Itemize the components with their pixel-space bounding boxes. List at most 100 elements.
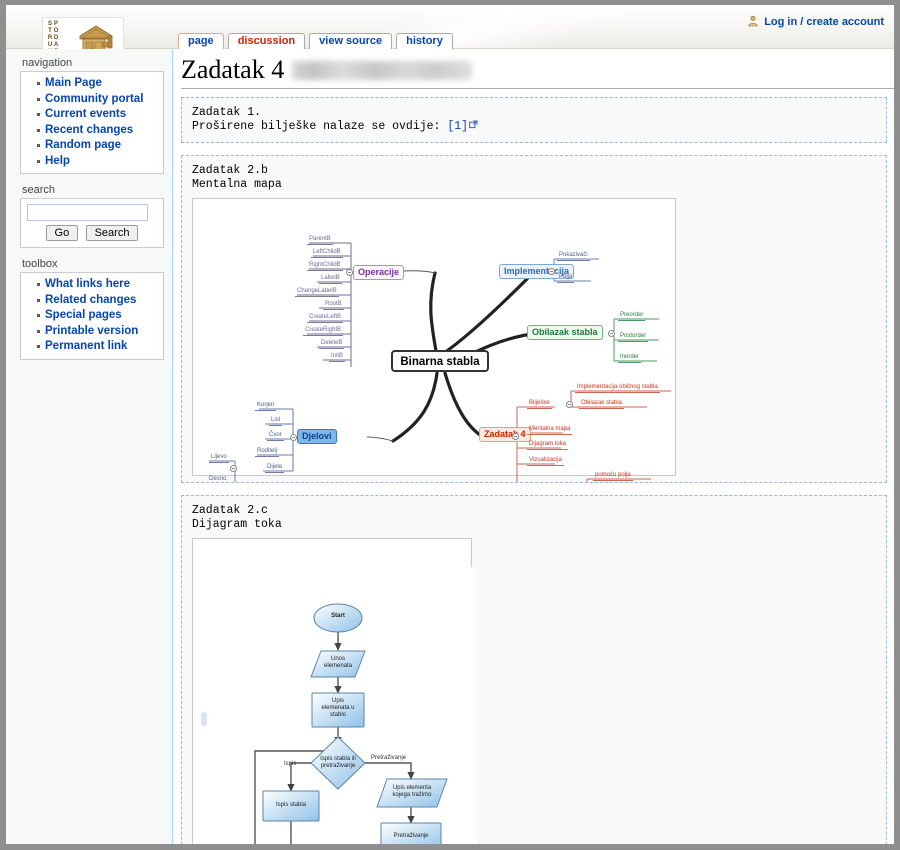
- flow-node-search: Pretraživanje: [393, 833, 429, 839]
- tab-view-source[interactable]: view source: [309, 33, 393, 49]
- zadatak-2c-block: Zadatak 2.c Dijagram toka Start Unos ele…: [181, 495, 887, 844]
- sidebar-item-permanent-link[interactable]: Permanent link: [45, 340, 127, 352]
- mindmap-sub-vizualizacija: Vizualizacija: [527, 456, 564, 466]
- mindmap-sub-mentalna-mapa: Mentalna mapa: [527, 425, 573, 435]
- zadatak-2b-line1: Zadatak 2.b: [192, 164, 268, 177]
- mindmap-node-obilazak-stabla: Obilazak stabla: [527, 325, 603, 340]
- collapse-toggle-icon[interactable]: [512, 433, 519, 440]
- flow-node-input-elements: Unos elemenata: [323, 656, 353, 669]
- collapse-toggle-icon[interactable]: [608, 330, 615, 337]
- sidebar-item-help[interactable]: Help: [45, 155, 70, 167]
- sidebar-item-what-links-here[interactable]: What links here: [45, 278, 130, 290]
- list-item: Help: [37, 154, 163, 169]
- mindmap-sub-cvor: Čvor: [267, 431, 284, 441]
- mindmap-sub-parentb: ParentB: [307, 235, 333, 245]
- mindmap-sub-roditelj: Roditelj: [255, 447, 280, 457]
- collapse-toggle-icon[interactable]: [230, 465, 237, 472]
- list-item: Permanent link: [37, 339, 163, 354]
- mindmap-sub-implementacija2: Implementacija: [527, 481, 571, 482]
- list-item: Special pages: [37, 308, 163, 323]
- flow-edge-label-ispis: Ispis: [284, 761, 297, 767]
- mindmap-sub-list: List: [269, 416, 283, 426]
- mindmap-sub-rightchildb: RightChildB: [307, 261, 343, 271]
- mindmap-sub-postorder: Postorder: [618, 332, 649, 342]
- list-item: Random page: [37, 138, 163, 153]
- page-title-text: Zadatak 4: [181, 55, 285, 84]
- external-reference-link[interactable]: [1]: [447, 120, 468, 133]
- mindmap-sub-createleftb: CreateLeftB: [307, 313, 344, 323]
- tab-discussion[interactable]: discussion: [227, 33, 306, 49]
- mindmap-sub-initb: InitB: [329, 352, 346, 362]
- mindmap-node-zadatak4: Zadatak 4: [479, 427, 531, 442]
- navigation-body: Main Page Community portal Current event…: [20, 71, 164, 174]
- mindmap-node-djelovi: Djelovi: [297, 429, 337, 444]
- content-tabs: page discussion view source history: [178, 33, 457, 49]
- go-button[interactable]: Go: [45, 225, 79, 241]
- search-button[interactable]: Search: [85, 225, 139, 241]
- mindmap-node-operacije: Operacije: [353, 265, 405, 280]
- list-item: Recent changes: [37, 123, 163, 138]
- browser-frame: Log in / create account STRUKTUREPODATAK…: [0, 0, 900, 850]
- sidebar-item-special-pages[interactable]: Special pages: [45, 309, 122, 321]
- sidebar-item-current-events[interactable]: Current events: [45, 108, 126, 120]
- page-title: Zadatak 4: [181, 55, 894, 89]
- search-body: Go Search: [20, 198, 164, 248]
- list-item: What links here: [37, 277, 163, 292]
- collapse-toggle-icon[interactable]: [346, 269, 353, 276]
- collapse-toggle-icon[interactable]: [290, 434, 297, 441]
- collapse-toggle-icon[interactable]: [566, 401, 573, 408]
- tab-history[interactable]: history: [396, 33, 453, 49]
- mindmap-sub-pokazivaci: Pokazivači: [557, 251, 590, 261]
- zadatak-2b-line2: Mentalna mapa: [192, 178, 282, 191]
- mindmap-sub-createrightb: CreateRightB: [303, 326, 344, 336]
- flow-node-input-search: Upis elementa kojega tražimo: [392, 785, 432, 798]
- search-input[interactable]: [27, 204, 148, 221]
- mindmap-sub-labelb: LabelB: [319, 274, 342, 284]
- mindmap-sub-pomocu-polja: pomoću polja: [593, 471, 633, 481]
- zadatak-2b-block: Zadatak 2.b Mentalna mapa Binarna stabla…: [181, 155, 887, 483]
- search-heading: search: [22, 184, 56, 196]
- zadatak-1-line2: Proširene bilješke nalaze se ovdije:: [192, 120, 448, 133]
- mindmap-sub-impl-obicnog-stabla: Implementacija običnog stabla: [575, 383, 660, 393]
- flow-node-print-tree: Ispis stabla: [275, 802, 306, 808]
- collapse-toggle-icon[interactable]: [548, 268, 555, 275]
- sidebar-item-main-page[interactable]: Main Page: [45, 77, 102, 89]
- zadatak-2c-line1: Zadatak 2.c: [192, 504, 268, 517]
- mindmap-sub-leftchildb: LeftChildB: [311, 248, 343, 258]
- sidebar-item-printable-version[interactable]: Printable version: [45, 325, 138, 337]
- list-item: Printable version: [37, 324, 163, 339]
- tab-page[interactable]: page: [178, 33, 224, 49]
- mindmap-sub-desno: Desno: [207, 475, 228, 482]
- list-item: Community portal: [37, 92, 163, 107]
- content-area: Zadatak 4 Zadatak 1. Proširene bilješke …: [172, 49, 894, 844]
- navigation-heading: navigation: [22, 57, 73, 69]
- mindmap-sub-dijagram-toka: Dijagram toka: [527, 440, 569, 450]
- mindmap-figure: Binarna stabla Operacije ParentB LeftChi…: [199, 227, 681, 482]
- flow-node-decision-print-or-search: Ispis stabla ili pretraživanje: [320, 756, 356, 769]
- mindmap-sub-dijete: Dijete: [265, 463, 285, 473]
- portlet-navigation: navigation Main Page Community portal Cu…: [20, 57, 164, 174]
- flow-node-write-tree: Upis elemenata u stablo: [321, 698, 355, 718]
- external-link-icon: [469, 120, 478, 129]
- mindmap-sub-polja: Polja: [557, 273, 575, 283]
- mindmap-sub-lijevo: Lijevo: [209, 453, 229, 463]
- zadatak-1-line1: Zadatak 1.: [192, 106, 262, 119]
- mindmap-sub-obilazak-stabla2: Obilazak stabla: [579, 399, 625, 409]
- sidebar-item-related-changes[interactable]: Related changes: [45, 294, 136, 306]
- toolbox-body: What links here Related changes Special …: [20, 272, 164, 360]
- sidebar-item-community-portal[interactable]: Community portal: [45, 93, 143, 105]
- mindmap-sub-inorder: Inorder: [618, 353, 642, 363]
- user-icon: [747, 15, 759, 27]
- mindmap-sub-changelabelb: ChangeLabelB: [295, 287, 339, 297]
- sidebar-item-recent-changes[interactable]: Recent changes: [45, 124, 133, 136]
- mindmap-sub-biljeske: Bilješke: [527, 399, 552, 409]
- mindmap-sub-preorder: Preorder: [618, 311, 646, 321]
- sidebar: navigation Main Page Community portal Cu…: [6, 49, 173, 844]
- login-create-account-link[interactable]: Log in / create account: [764, 16, 884, 28]
- list-item: Related changes: [37, 293, 163, 308]
- toolbox-heading: toolbox: [22, 258, 58, 270]
- mindmap-sub-deleteb: DeleteB: [319, 339, 345, 349]
- wiki-page: Log in / create account STRUKTUREPODATAK…: [6, 5, 894, 844]
- personal-tools: Log in / create account: [747, 15, 884, 28]
- sidebar-item-random-page[interactable]: Random page: [45, 139, 121, 151]
